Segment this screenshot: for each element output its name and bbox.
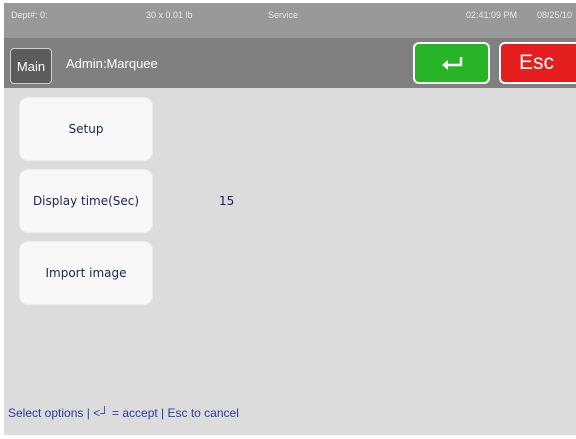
- time-status: 02:41:09 PM: [466, 10, 518, 20]
- app-frame: Dept#: 0: 30 x 0.01 lb Service 02:41:09 …: [4, 3, 576, 435]
- display-time-value: 15: [219, 194, 235, 208]
- title-bar: Main Admin:Marquee Esc: [4, 38, 576, 88]
- page-title: Admin:Marquee: [66, 56, 158, 71]
- dept-status: Dept#: 0:: [11, 10, 48, 20]
- accept-button[interactable]: [413, 42, 490, 84]
- display-time-button[interactable]: Display time(Sec): [20, 170, 152, 232]
- date-status: 08/25/10: [537, 10, 573, 20]
- enter-arrow-icon: [442, 57, 463, 70]
- status-bar: Dept#: 0: 30 x 0.01 lb Service 02:41:09 …: [4, 3, 576, 38]
- hint-text: Select options | <┘ = accept | Esc to ca…: [8, 406, 239, 420]
- esc-button[interactable]: Esc: [499, 42, 576, 84]
- main-button[interactable]: Main: [10, 48, 52, 84]
- setup-button[interactable]: Setup: [20, 98, 152, 160]
- import-image-button[interactable]: Import image: [20, 242, 152, 304]
- screen: Dept#: 0: 30 x 0.01 lb Service 02:41:09 …: [0, 0, 576, 439]
- scale-status: 30 x 0.01 lb: [146, 10, 193, 20]
- mode-status: Service: [268, 10, 299, 20]
